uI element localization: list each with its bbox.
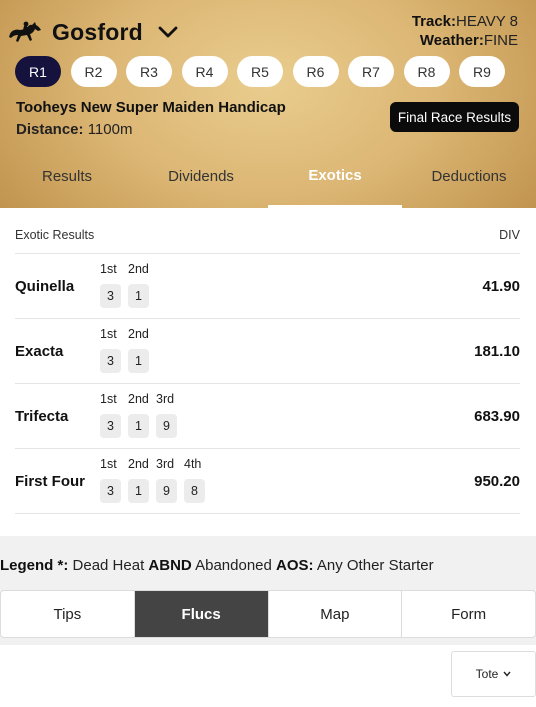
distance-label: Distance: [16,121,84,138]
runner-numbers: 3 1 [100,349,156,373]
exotic-type: Quinella [15,278,75,295]
dividend-value: 950.20 [474,473,520,490]
tab-tips[interactable]: Tips [1,591,135,637]
track-label: Track: [411,13,457,30]
position-label: 3rd [156,457,175,471]
venue-selector[interactable]: Gosford [8,18,179,46]
dividend-value: 181.10 [474,343,520,360]
runner-number: 9 [156,479,177,503]
legend: Legend *: Dead Heat ABND Abandoned AOS: … [0,557,434,574]
exotic-row-exacta: Exacta 1st 2nd 3 1 181.10 [15,319,520,384]
race-selector: R1 R2 R3 R4 R5 R6 R7 R8 R9 [15,56,515,87]
exotic-type: First Four [15,473,85,490]
legend-aos-text: Any Other Starter [316,557,434,574]
runner-number: 3 [100,414,121,438]
venue-name: Gosford [52,18,143,45]
dividend-value: 41.90 [482,278,520,295]
dividend-value: 683.90 [474,408,520,425]
exotic-results-header: Exotic Results DIV [15,228,520,242]
position-label: 1st [100,457,117,471]
legend-abnd-key: ABND [148,557,192,574]
track-conditions: Track:HEAVY 8 Weather:FINE [412,12,518,50]
runner-number: 1 [128,284,149,308]
distance-value: 1100m [87,121,133,138]
race-pill-r2[interactable]: R2 [70,56,117,87]
position-label: 3rd [156,392,175,406]
position-label: 2nd [128,392,149,406]
exotic-results-title: Exotic Results [15,228,95,242]
position-label: 2nd [128,262,149,276]
tab-results[interactable]: Results [0,158,134,208]
runner-number: 3 [100,479,121,503]
runner-number: 9 [156,414,177,438]
runner-number: 1 [128,349,149,373]
div-column-header: DIV [499,228,520,242]
race-pill-r9[interactable]: R9 [459,56,505,87]
runner-number: 1 [128,479,149,503]
runner-numbers: 3 1 9 [100,414,184,438]
weather-value: FINE [483,32,518,49]
runner-number: 3 [100,284,121,308]
runner-numbers: 3 1 [100,284,156,308]
race-title: Tooheys New Super Maiden Handicap [16,99,286,116]
results-tabs: Results Dividends Exotics Deductions [0,158,536,208]
race-pill-r5[interactable]: R5 [237,56,283,87]
position-labels: 1st 2nd [100,327,156,341]
tote-select-label: Tote [475,667,499,681]
track-value: HEAVY 8 [456,13,518,30]
position-label: 2nd [128,327,149,341]
runner-number: 8 [184,479,205,503]
position-labels: 1st 2nd [100,262,156,276]
exotic-row-first-four: First Four 1st 2nd 3rd 4th 3 1 9 8 950.2… [15,449,520,514]
race-pill-r3[interactable]: R3 [126,56,172,87]
exotic-type: Exacta [15,343,64,360]
race-pill-r1[interactable]: R1 [15,56,61,87]
runner-number: 1 [128,414,149,438]
horse-jockey-icon [8,18,42,46]
tab-form[interactable]: Form [402,591,535,637]
legend-title: Legend [0,557,54,574]
exotic-results-panel: Exotic Results DIV Quinella 1st 2nd 3 1 … [0,208,536,536]
chevron-down-icon [503,669,511,679]
position-label: 4th [184,457,202,471]
race-header: Gosford Track:HEAVY 8 Weather:FINE R1 R2… [0,0,536,208]
weather-label: Weather: [419,32,484,49]
race-distance: Distance: 1100m [16,121,132,138]
position-labels: 1st 2nd 3rd [100,392,184,406]
bottom-tab-bar: Tips Flucs Map Form [0,590,536,638]
race-pill-r4[interactable]: R4 [181,56,228,87]
tab-dividends[interactable]: Dividends [134,158,268,208]
tab-exotics[interactable]: Exotics [268,158,402,208]
tote-select[interactable]: Tote [451,651,536,697]
legend-abnd-text: Abandoned [195,557,272,574]
tab-deductions[interactable]: Deductions [402,158,536,208]
final-race-results-button[interactable]: Final Race Results [390,102,519,132]
position-label: 1st [100,327,117,341]
runner-numbers: 3 1 9 8 [100,479,212,503]
exotic-row-trifecta: Trifecta 1st 2nd 3rd 3 1 9 683.90 [15,384,520,449]
chevron-down-icon[interactable] [157,21,179,43]
race-pill-r7[interactable]: R7 [348,56,394,87]
exotic-row-quinella: Quinella 1st 2nd 3 1 41.90 [15,254,520,319]
position-labels: 1st 2nd 3rd 4th [100,457,212,471]
race-pill-r8[interactable]: R8 [403,56,450,87]
legend-dead-heat-text: Dead Heat [72,557,145,574]
legend-aos-key: AOS: [276,557,314,574]
tab-map[interactable]: Map [269,591,403,637]
tab-flucs[interactable]: Flucs [134,591,269,637]
position-label: 2nd [128,457,149,471]
exotic-type: Trifecta [15,408,69,425]
race-pill-r6[interactable]: R6 [292,56,339,87]
position-label: 1st [100,262,117,276]
legend-dead-heat-key: *: [57,557,69,574]
footer-area: Tote [0,645,536,707]
position-label: 1st [100,392,117,406]
runner-number: 3 [100,349,121,373]
